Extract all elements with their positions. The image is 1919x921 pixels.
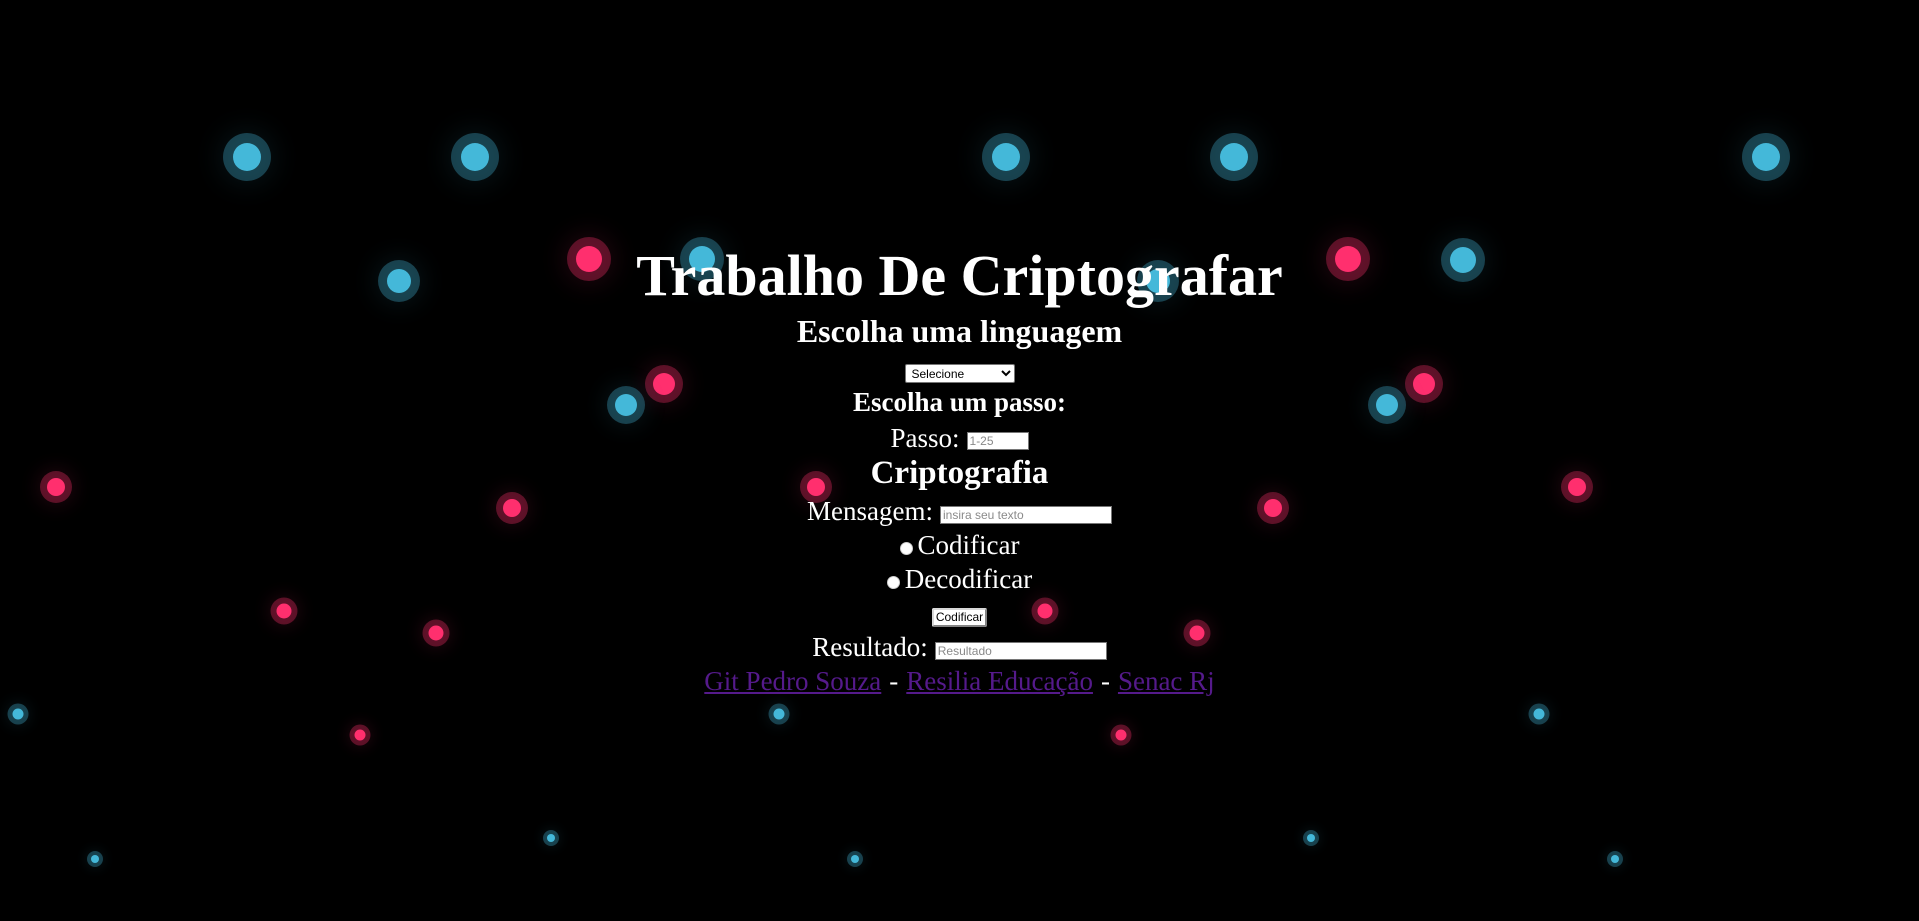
language-select-row: Selecione — [0, 364, 1919, 384]
step-row: Passo: — [0, 422, 1919, 454]
message-row: Mensagem: — [0, 495, 1919, 527]
blue-dot — [992, 143, 1020, 171]
radio-encode-label: Codificar — [917, 530, 1020, 560]
blue-dot — [1220, 143, 1248, 171]
blue-dot — [91, 855, 99, 863]
radio-decode-option[interactable]: Decodificar — [0, 563, 1919, 595]
result-row: Resultado: — [0, 631, 1919, 663]
link-git-pedro-souza[interactable]: Git Pedro Souza — [704, 664, 881, 698]
crypto-heading: Criptografia — [870, 455, 1049, 491]
result-input[interactable] — [934, 642, 1107, 660]
language-heading: Escolha uma linguagem — [796, 313, 1123, 349]
language-select[interactable]: Selecione — [904, 364, 1015, 383]
blue-dot — [12, 708, 24, 720]
radio-encode-option[interactable]: Codificar — [0, 529, 1919, 561]
step-label: Passo: — [890, 423, 960, 453]
submit-button[interactable]: Codificar — [931, 607, 988, 627]
message-label: Mensagem: — [807, 496, 933, 526]
step-heading: Escolha um passo: — [852, 387, 1067, 417]
footer-links: Git Pedro Souza - Resilia Educação - Sen… — [0, 664, 1919, 698]
blue-dot — [1307, 834, 1315, 842]
blue-dot — [1533, 708, 1545, 720]
link-resilia-educacao[interactable]: Resilia Educação — [906, 664, 1093, 698]
blue-dot — [773, 708, 785, 720]
result-label: Resultado: — [812, 632, 928, 662]
pink-dot — [354, 729, 366, 741]
blue-dot — [547, 834, 555, 842]
step-input[interactable] — [966, 432, 1029, 450]
page-title: Trabalho De Criptografar — [636, 243, 1283, 308]
submit-row: Codificar — [0, 607, 1919, 627]
blue-dot — [461, 143, 489, 171]
blue-dot — [233, 143, 261, 171]
footer-separator: - — [1100, 666, 1110, 696]
radio-encode[interactable] — [899, 541, 913, 555]
link-senac-rj[interactable]: Senac Rj — [1118, 664, 1215, 698]
blue-dot — [1752, 143, 1780, 171]
blue-dot — [851, 855, 859, 863]
footer-separator: - — [889, 666, 899, 696]
message-input[interactable] — [939, 506, 1112, 524]
blue-dot — [1611, 855, 1619, 863]
pink-dot — [1115, 729, 1127, 741]
radio-decode[interactable] — [886, 575, 900, 589]
radio-decode-label: Decodificar — [904, 564, 1033, 594]
